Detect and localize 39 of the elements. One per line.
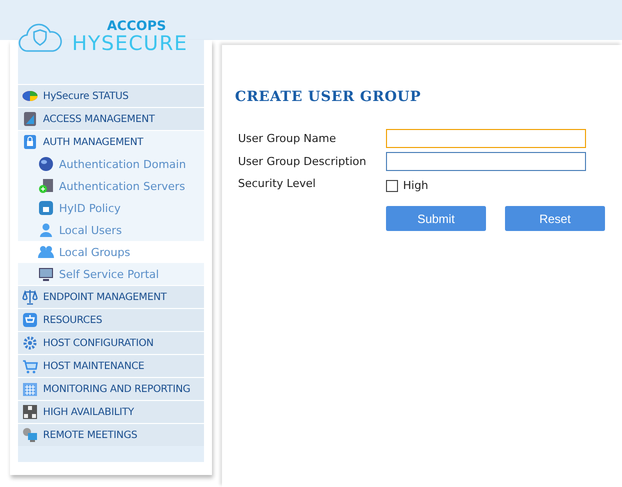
form-button[interactable]: Reset [505,206,605,231]
field-label: User Group Description [238,155,368,168]
nav-item[interactable]: HOST CONFIGURATION [18,331,204,354]
checkbox[interactable] [386,180,398,192]
page-title: CREATE USER GROUP [235,89,422,105]
checkbox-label: High [403,179,428,192]
nav-item[interactable]: RESOURCES [18,308,204,331]
menu-item-icon [22,134,38,150]
brand-name: ACCOPS [107,20,168,33]
nav-item[interactable]: HOST MAINTENANCE [18,354,204,377]
menu-item-icon [22,335,38,351]
text-field[interactable] [386,129,586,148]
menu-item-icon [22,381,38,397]
menu-item-icon [22,88,38,104]
nav-item[interactable]: HIGH AVAILABILITY [18,400,204,423]
nav-item[interactable]: ACCESS MANAGEMENT [18,107,204,130]
submenu-icon [38,200,54,216]
menu-item-icon [22,111,38,127]
menu-item-icon [22,289,38,305]
text-field[interactable] [386,152,586,171]
submenu-icon [38,244,54,260]
submenu-icon [38,222,54,238]
nav-item[interactable]: HySecure STATUS [18,84,204,107]
field-label: User Group Name [238,132,338,145]
menu-item-icon [22,427,38,443]
nav-item[interactable]: REMOTE MEETINGS [18,423,204,446]
submenu-icon [38,266,54,282]
nav-item[interactable]: MONITORING AND REPORTING [18,377,204,400]
form-button[interactable]: Submit [386,206,486,231]
nav-item[interactable]: AUTH MANAGEMENT [18,130,204,153]
submenu-icon [38,156,54,172]
menu-item-icon [22,358,38,374]
menu-item-icon [22,404,38,420]
nav-item[interactable]: ENDPOINT MANAGEMENT [18,285,204,308]
product-name: HYSECURE [72,33,188,53]
nav-subitem[interactable]: Local Groups [18,241,204,263]
menu-item-icon [22,312,38,328]
submenu-icon [38,178,54,194]
field-label: Security Level [238,177,317,190]
